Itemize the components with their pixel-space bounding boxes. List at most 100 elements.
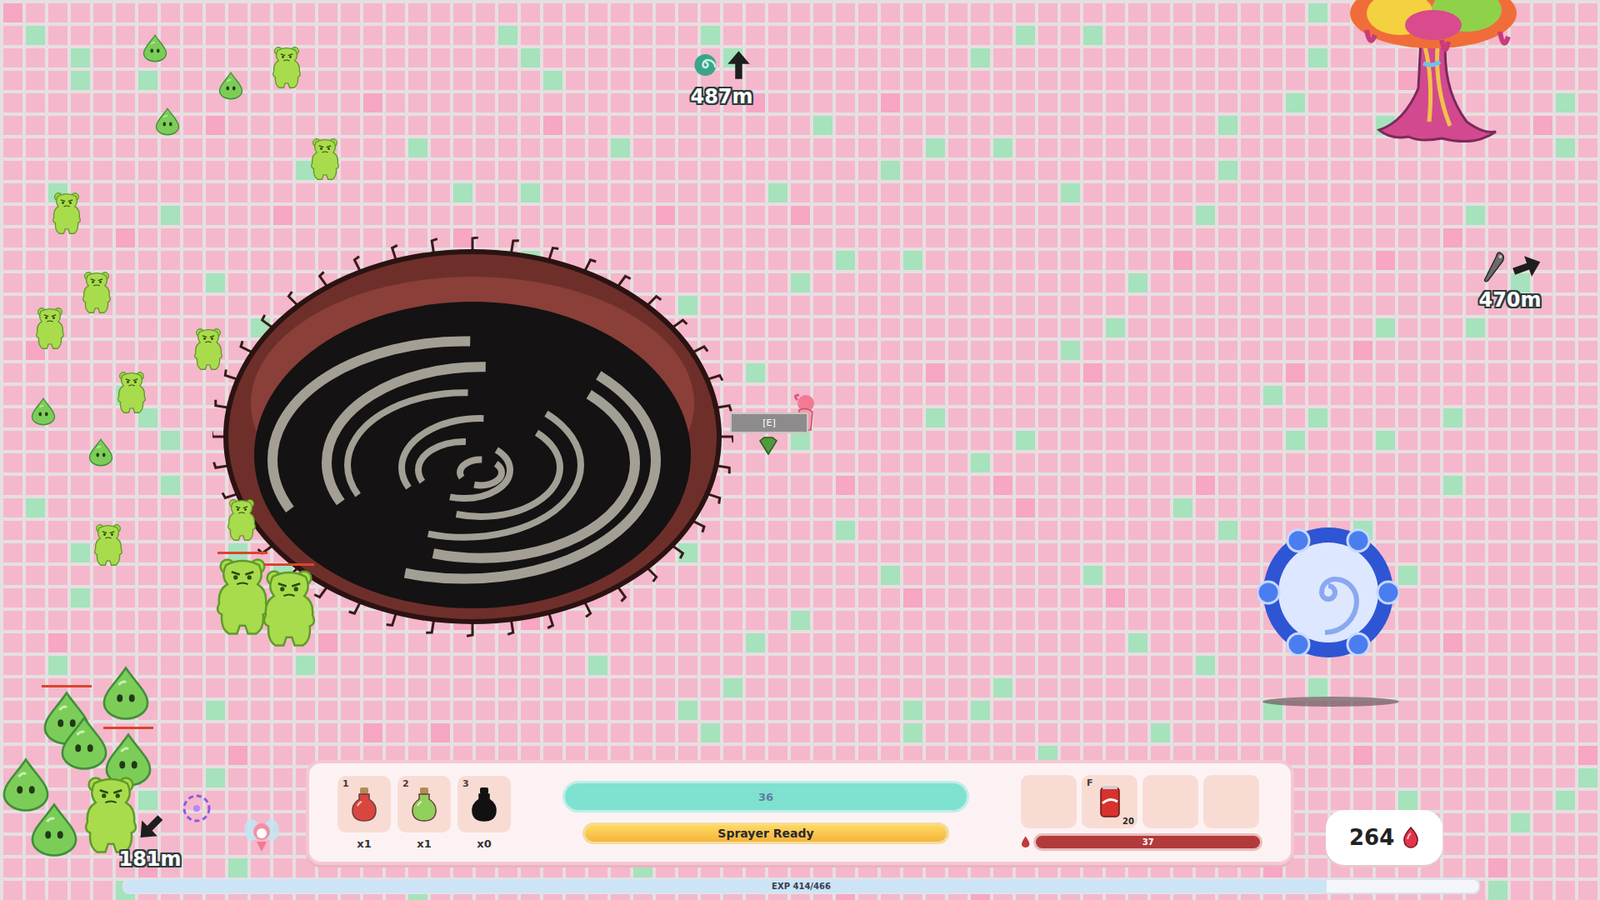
floor-tile — [1443, 475, 1463, 495]
gem-drop-icon[interactable] — [758, 435, 779, 456]
enemy[interactable] — [116, 370, 147, 415]
enemy[interactable] — [93, 523, 124, 567]
item-slot[interactable] — [1142, 775, 1199, 829]
item-bar: F2037 — [1020, 775, 1263, 851]
floor-tile — [1218, 520, 1238, 540]
item-slot[interactable] — [1203, 775, 1260, 829]
floor-tile — [880, 93, 900, 113]
floor-tile — [880, 565, 900, 585]
floor-tile — [295, 655, 315, 675]
enemy[interactable] — [261, 563, 317, 649]
sprayer-bar: Sprayer Ready — [582, 822, 950, 845]
floor-tile — [1308, 408, 1328, 428]
item-slot[interactable]: F20 — [1081, 775, 1138, 829]
interact-prompt: [E] — [730, 412, 809, 434]
enemy[interactable] — [310, 137, 340, 181]
gummy-drop-icon — [155, 106, 180, 137]
floor-tile — [678, 700, 698, 720]
potion-slot[interactable]: 2x1 — [397, 775, 451, 850]
floor-tile — [1398, 70, 1418, 90]
enemy[interactable] — [218, 70, 244, 101]
potion-count: x1 — [356, 837, 371, 850]
portal-marker-icon — [692, 52, 718, 78]
floor-tile — [768, 183, 788, 203]
enemy[interactable] — [88, 437, 114, 468]
floor-tile — [903, 700, 923, 720]
floor-tile — [1195, 655, 1215, 675]
floor-tile — [1218, 160, 1238, 180]
floor-tile — [318, 633, 338, 653]
enemy[interactable] — [142, 33, 168, 64]
floor-tile — [1128, 273, 1148, 293]
floor-tile — [790, 610, 810, 630]
gummy-bear-icon — [226, 498, 257, 542]
distance-marker: 181m — [115, 812, 185, 871]
floor-tile — [993, 138, 1013, 158]
floor-tile — [363, 93, 383, 113]
floor-tile — [835, 520, 855, 540]
gummy-bear-icon — [215, 556, 270, 637]
floor-tile — [1443, 228, 1463, 248]
potion-slot[interactable]: 1x1 — [337, 775, 391, 850]
enemy[interactable] — [1, 756, 50, 814]
distance-label: 181m — [115, 847, 185, 871]
floor-tile — [1060, 340, 1080, 360]
floor-tile — [205, 768, 225, 788]
enemy[interactable] — [81, 270, 112, 315]
game-world[interactable]: [E]487m470m181m1x12x13x036Sprayer ReadyF… — [0, 0, 1600, 900]
floor-tile — [1555, 93, 1575, 113]
gummy-bear-icon — [193, 327, 224, 371]
status-bars: 36Sprayer Ready — [562, 780, 970, 845]
floor-tile — [160, 430, 180, 450]
floor-tile — [160, 475, 180, 495]
floor-tile — [1150, 723, 1170, 743]
floor-tile — [520, 183, 540, 203]
floor-tile — [160, 205, 180, 225]
gem-icon — [1402, 826, 1420, 849]
potion-count: x1 — [416, 837, 431, 850]
floor-tile — [1015, 498, 1035, 518]
fairy-icon — [243, 813, 280, 855]
floor-tile — [1353, 340, 1373, 360]
floor-tile — [1285, 430, 1305, 450]
floor-tile — [970, 48, 990, 68]
enemy[interactable] — [51, 191, 82, 235]
distance-label: 470m — [1475, 288, 1545, 312]
portal-shadow-icon — [1260, 695, 1402, 709]
enemy[interactable] — [193, 327, 224, 371]
floor-tile — [1353, 745, 1373, 765]
enemy[interactable] — [83, 775, 139, 855]
floor-tile — [1398, 565, 1418, 585]
soda-can-icon — [1099, 785, 1121, 819]
floor-tile — [700, 723, 720, 743]
floor-tile — [205, 700, 225, 720]
club-icon — [1480, 250, 1506, 284]
floor-tile — [790, 205, 810, 225]
enemy[interactable] — [155, 106, 180, 137]
enemy[interactable] — [101, 665, 150, 722]
floor-tile — [70, 588, 90, 608]
enemy[interactable] — [35, 306, 65, 350]
floor-tile — [1443, 408, 1463, 428]
floor-tile — [588, 655, 608, 675]
floor-tile — [925, 138, 945, 158]
enemy[interactable] — [226, 498, 257, 542]
floor-tile — [790, 273, 810, 293]
gummy-bear-icon — [81, 270, 112, 315]
floor-tile — [1015, 25, 1035, 45]
gummy-drop-icon — [218, 70, 244, 101]
enemy[interactable] — [215, 551, 270, 637]
floor-tile — [1398, 790, 1418, 810]
gummy-bear-icon — [51, 191, 82, 235]
enemy[interactable] — [271, 45, 302, 90]
enemy[interactable] — [30, 801, 79, 859]
potion-slot[interactable]: 3x0 — [457, 775, 511, 850]
item-slot[interactable] — [1020, 775, 1077, 829]
enemy[interactable] — [60, 715, 109, 772]
floor-tile — [48, 655, 68, 675]
floor-tile — [1308, 678, 1328, 698]
floor-tile — [993, 475, 1013, 495]
enemy[interactable] — [30, 396, 56, 427]
enemy-health-bar — [103, 726, 154, 730]
floor-tile — [1308, 3, 1328, 23]
